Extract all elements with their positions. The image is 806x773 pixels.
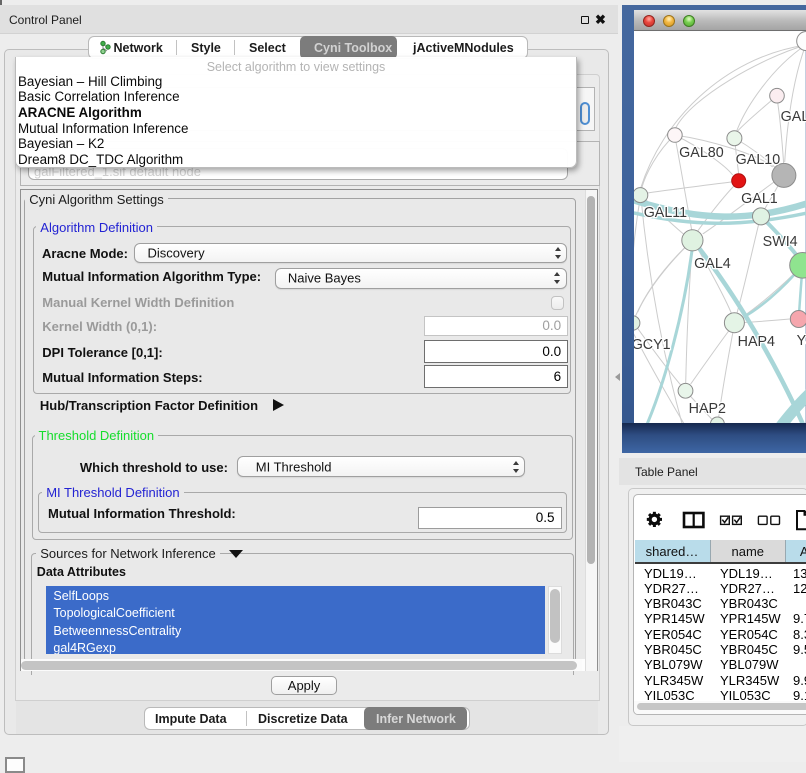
svg-text:GAL11: GAL11 [644, 205, 687, 221]
svg-text:GAL7: GAL7 [781, 109, 806, 125]
svg-text:GAL80: GAL80 [679, 145, 724, 161]
svg-text:GAL1: GAL1 [741, 191, 778, 207]
svg-text:HAP4: HAP4 [738, 334, 775, 350]
svg-text:SWI4: SWI4 [763, 234, 798, 250]
svg-text:GAL10: GAL10 [736, 152, 781, 168]
svg-text:YJ: YJ [797, 333, 806, 349]
svg-text:HAP2: HAP2 [689, 401, 726, 417]
svg-text:GAL4: GAL4 [694, 256, 731, 272]
svg-text:GCY1: GCY1 [634, 337, 671, 353]
